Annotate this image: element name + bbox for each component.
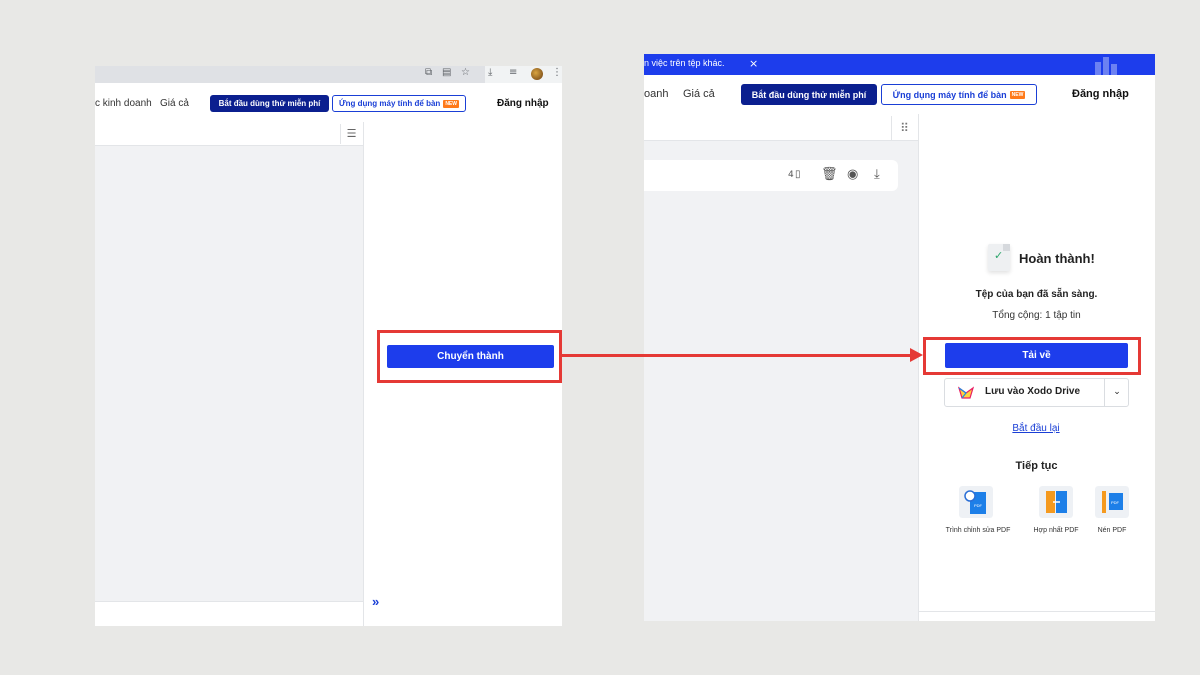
tool-compress-pdf[interactable]: PDF: [1095, 486, 1129, 523]
svg-text:PDF: PDF: [974, 503, 983, 508]
nav-link-pricing[interactable]: Giá cả: [160, 98, 189, 109]
svg-text:PDF: PDF: [1111, 500, 1120, 505]
site-nav: oanh Giá cả Bắt đầu dùng thử miễn phí Ứn…: [644, 75, 1155, 113]
list-view-icon[interactable]: ☰: [340, 124, 362, 144]
profile-avatar[interactable]: [531, 68, 543, 80]
ready-message: Tệp của bạn đã sẵn sàng.: [975, 289, 1098, 300]
tool-label-pdf-editor: Trình chỉnh sửa PDF: [945, 527, 1011, 534]
document-canvas: [644, 141, 918, 621]
download-icon[interactable]: ⤓: [874, 167, 880, 182]
new-badge: NEW: [1009, 90, 1026, 99]
save-to-drive-label: Lưu vào Xodo Drive: [985, 386, 1081, 397]
annotation-arrow-head-icon: [910, 348, 923, 362]
tool-pdf-editor[interactable]: PDF: [959, 486, 993, 523]
login-link[interactable]: Đăng nhập: [497, 98, 549, 109]
tool-merge-pdf[interactable]: [1039, 486, 1073, 523]
document-check-icon: ✓: [988, 244, 1010, 271]
free-trial-label: Bắt đầu dùng thử miễn phí: [218, 99, 321, 108]
completion-title: Hoàn thành!: [1019, 251, 1095, 266]
document-canvas: [95, 146, 363, 601]
trash-icon[interactable]: 🗑: [821, 167, 838, 182]
desktop-app-button[interactable]: Ứng dụng máy tính để bàn NEW: [332, 95, 466, 112]
annotation-arrow-line: [562, 354, 912, 357]
eye-icon[interactable]: ◉: [847, 167, 858, 182]
login-link[interactable]: Đăng nhập: [1072, 88, 1129, 100]
viewer-toolbar: [644, 114, 918, 141]
desktop-app-button[interactable]: Ứng dụng máy tính để bàn NEW: [881, 84, 1037, 105]
merge-pdf-icon: [1039, 486, 1073, 518]
viewer-bottom-bar: [95, 601, 363, 626]
tool-label-compress-pdf: Nén PDF: [1097, 527, 1127, 534]
free-trial-button[interactable]: Bắt đầu dùng thử miễn phí: [210, 95, 329, 112]
cast-icon[interactable]: ⧉: [425, 67, 432, 78]
chevron-down-icon[interactable]: ⌄: [1104, 379, 1129, 406]
banner-text: n việc trên tệp khác.: [644, 58, 725, 68]
sidebar-divider: [918, 611, 1155, 612]
convert-highlight-box: [377, 330, 562, 383]
desktop-app-label: Ứng dụng máy tính để bàn: [339, 99, 441, 108]
restart-link[interactable]: Bắt đầu lại: [981, 423, 1091, 434]
banner-decoration-icon: [1095, 57, 1117, 75]
download-highlight-box: [923, 337, 1141, 375]
nav-link-business[interactable]: oanh: [644, 88, 668, 100]
save-to-drive-button[interactable]: Lưu vào Xodo Drive ⌄: [944, 378, 1129, 407]
free-trial-button[interactable]: Bắt đầu dùng thử miễn phí: [741, 84, 877, 105]
file-card: 4 ▯ 🗑 ◉ ⤓: [644, 160, 898, 191]
compress-pdf-icon: PDF: [1095, 486, 1129, 518]
notification-banner: n việc trên tệp khác. ×: [644, 54, 1155, 75]
close-icon[interactable]: ×: [749, 57, 758, 70]
reading-list-icon[interactable]: ≡: [509, 67, 517, 78]
xodo-drive-icon: [958, 386, 974, 399]
page-count: 4: [788, 170, 794, 180]
free-trial-label: Bắt đầu dùng thử miễn phí: [751, 89, 867, 100]
download-icon[interactable]: ⤓: [488, 67, 492, 78]
translate-icon[interactable]: ▤: [442, 67, 451, 78]
new-badge: NEW: [443, 99, 459, 108]
nav-link-pricing[interactable]: Giá cả: [683, 88, 715, 100]
viewer-toolbar: [95, 122, 363, 146]
page-icon: ▯: [795, 169, 801, 180]
grid-view-icon[interactable]: ⠿: [891, 116, 917, 140]
bookmark-star-icon[interactable]: ☆: [461, 67, 470, 78]
continue-heading: Tiếp tục: [1015, 460, 1058, 472]
desktop-app-label: Ứng dụng máy tính để bàn: [892, 89, 1007, 100]
file-total: Tổng cộng: 1 tập tin: [992, 310, 1081, 321]
site-nav: c kinh doanh Giá cả Bắt đầu dùng thử miễ…: [95, 83, 562, 121]
expand-sidebar-icon[interactable]: »: [372, 594, 379, 609]
more-menu-icon[interactable]: ⋮: [552, 67, 562, 78]
nav-link-business[interactable]: c kinh doanh: [95, 98, 152, 109]
tool-label-merge-pdf: Hợp nhất PDF: [1033, 527, 1079, 534]
pdf-editor-icon: PDF: [959, 486, 993, 518]
